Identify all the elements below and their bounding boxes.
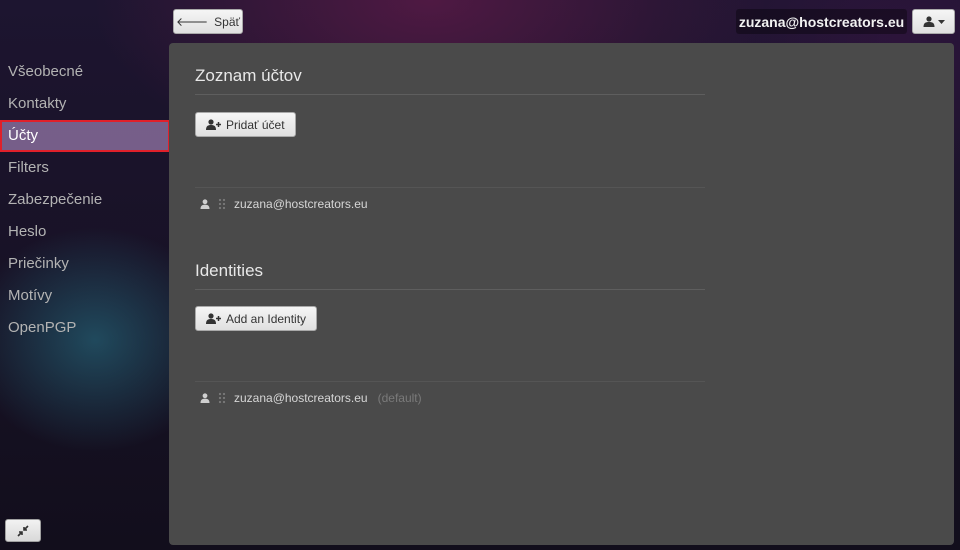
add-account-label: Pridať účet xyxy=(226,117,285,132)
sidebar-item-filters[interactable]: Filters xyxy=(0,152,170,184)
settings-sidebar: Všeobecné Kontakty Účty Filters Zabezpeč… xyxy=(0,56,170,344)
list-divider xyxy=(195,381,705,382)
collapse-icon xyxy=(17,524,29,537)
identity-email[interactable]: zuzana@hostcreators.eu xyxy=(234,391,368,405)
sidebar-item-contacts[interactable]: Kontakty xyxy=(0,88,170,120)
add-identity-button[interactable]: Add an Identity xyxy=(195,306,318,331)
sidebar-item-security[interactable]: Zabezpečenie xyxy=(0,184,170,216)
user-icon xyxy=(200,393,210,403)
user-icon xyxy=(923,16,934,27)
user-icon xyxy=(200,199,210,209)
sidebar-item-password[interactable]: Heslo xyxy=(0,216,170,248)
settings-panel: Zoznam účtov Pridať účet zuzana@hostcrea… xyxy=(169,43,954,545)
arrow-left-icon: 🡐 xyxy=(175,14,209,29)
account-row[interactable]: zuzana@hostcreators.eu xyxy=(200,194,368,214)
collapse-button[interactable] xyxy=(5,519,41,542)
add-identity-label: Add an Identity xyxy=(226,311,307,326)
add-account-button[interactable]: Pridať účet xyxy=(195,112,296,137)
account-email-badge: zuzana@hostcreators.eu xyxy=(736,9,907,34)
drag-handle-icon[interactable] xyxy=(218,198,226,210)
back-button[interactable]: 🡐 Späť xyxy=(173,9,243,34)
sidebar-item-accounts[interactable]: Účty xyxy=(0,120,170,152)
account-email[interactable]: zuzana@hostcreators.eu xyxy=(234,197,368,211)
add-user-icon xyxy=(206,119,221,130)
caret-down-icon xyxy=(937,19,945,24)
identities-section-title: Identities xyxy=(195,261,264,280)
list-divider xyxy=(195,187,705,188)
default-tag: (default) xyxy=(377,391,422,405)
accounts-section-title: Zoznam účtov xyxy=(195,66,302,85)
sidebar-item-openpgp[interactable]: OpenPGP xyxy=(0,312,170,344)
drag-handle-icon[interactable] xyxy=(218,392,226,404)
user-menu-button[interactable] xyxy=(912,9,955,34)
sidebar-item-folders[interactable]: Priečinky xyxy=(0,248,170,280)
identity-row[interactable]: zuzana@hostcreators.eu (default) xyxy=(200,388,422,408)
divider xyxy=(195,289,705,290)
sidebar-item-themes[interactable]: Motívy xyxy=(0,280,170,312)
back-button-label: Späť xyxy=(214,14,241,29)
divider xyxy=(195,94,705,95)
sidebar-item-general[interactable]: Všeobecné xyxy=(0,56,170,88)
add-user-icon xyxy=(206,313,221,324)
